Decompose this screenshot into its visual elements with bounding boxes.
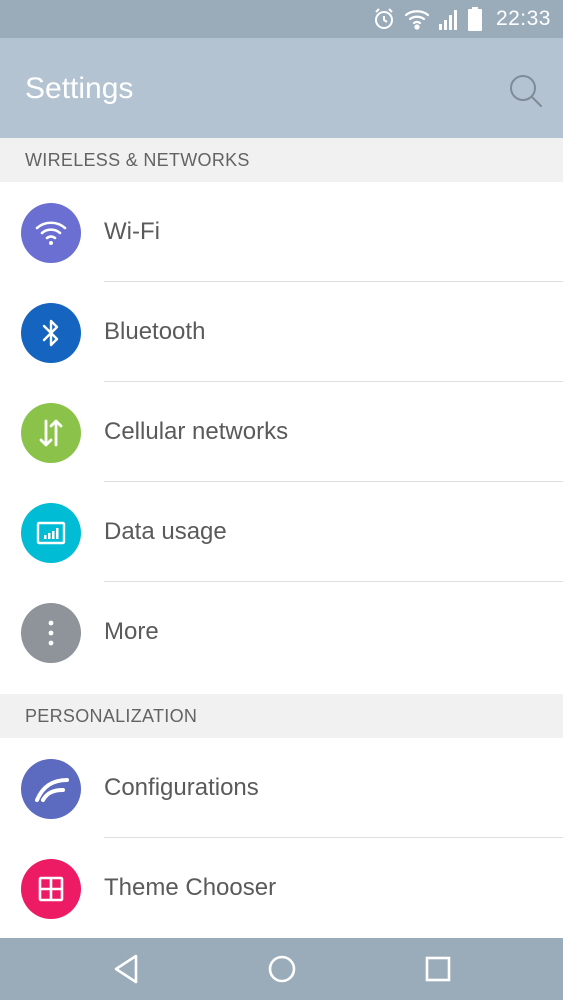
page-title: Settings (25, 72, 134, 105)
signal-icon (438, 8, 460, 30)
section-header-personalization: PERSONALIZATION (0, 694, 563, 738)
recents-icon (425, 956, 451, 982)
status-bar: 22:33 (0, 0, 563, 38)
app-bar: Settings (0, 38, 563, 138)
status-time: 22:33 (495, 7, 551, 30)
more-vert-icon (21, 603, 81, 663)
settings-item-bluetooth[interactable]: Bluetooth (0, 282, 563, 382)
home-button[interactable] (262, 949, 302, 989)
cellular-arrows-icon (21, 403, 81, 463)
status-icons: 22:33 (372, 0, 551, 38)
home-icon (268, 955, 296, 983)
settings-item-label: Bluetooth (104, 318, 206, 345)
settings-item-data-usage[interactable]: Data usage (0, 482, 563, 582)
battery-icon (467, 7, 482, 31)
data-usage-icon (21, 503, 81, 563)
back-button[interactable] (106, 949, 146, 989)
wifi-icon (21, 203, 81, 263)
section-header-wireless: WIRELESS & NETWORKS (0, 138, 563, 182)
settings-item-label: Data usage (104, 518, 227, 545)
settings-item-cellular-networks[interactable]: Cellular networks (0, 382, 563, 482)
wifi-status-icon (404, 8, 430, 30)
theme-chooser-icon (21, 859, 81, 919)
bluetooth-icon (21, 303, 81, 363)
navigation-bar (0, 938, 563, 1000)
settings-item-label: Cellular networks (104, 418, 289, 445)
settings-item-wifi[interactable]: Wi-Fi (0, 182, 563, 282)
settings-item-label: More (104, 618, 159, 645)
back-icon (114, 954, 138, 984)
search-icon (510, 75, 542, 107)
settings-item-label: Configurations (104, 774, 259, 801)
configurations-icon (21, 759, 81, 819)
alarm-icon (372, 7, 396, 31)
settings-item-theme-chooser[interactable]: Theme Chooser (0, 838, 563, 938)
settings-item-label: Theme Chooser (104, 874, 277, 901)
settings-item-more[interactable]: More (0, 582, 563, 682)
search-button[interactable] (505, 70, 545, 110)
recents-button[interactable] (418, 949, 458, 989)
settings-item-configurations[interactable]: Configurations (0, 738, 563, 838)
settings-item-label: Wi-Fi (104, 218, 160, 245)
